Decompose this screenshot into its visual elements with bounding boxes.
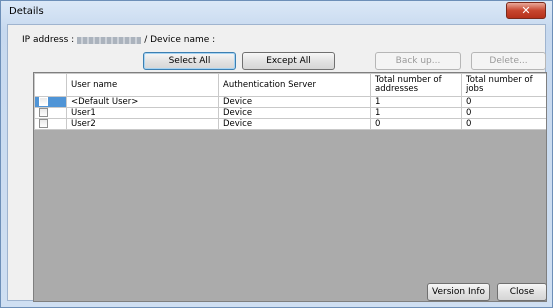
cell-addresses: 1 [370,107,462,119]
table-row[interactable]: <Default User> Device 1 0 [34,96,546,108]
close-button[interactable]: Close [497,283,547,301]
version-info-button[interactable]: Version Info [427,283,490,301]
cell-user-name: User2 [66,118,219,130]
device-name-label: / Device name : [144,35,216,45]
row-checkbox[interactable] [39,97,48,106]
ip-address-redacted [77,36,142,44]
back-up-label: Back up... [395,56,441,66]
cell-auth-server: Device [218,118,371,130]
header-authentication-server[interactable]: Authentication Server [218,73,371,97]
select-all-button[interactable]: Select All [143,52,236,70]
except-all-button[interactable]: Except All [242,52,335,70]
table-row[interactable]: User2 Device 0 0 [34,118,546,130]
cell-auth-server: Device [218,107,371,119]
cell-auth-server: Device [218,96,371,108]
window-title: Details [9,6,44,17]
cell-addresses: 1 [370,96,462,108]
table-row[interactable]: User1 Device 1 0 [34,107,546,119]
header-checkbox [34,73,67,97]
device-info: IP address : / Device name : [22,35,215,45]
row-checkbox[interactable] [39,119,48,128]
cell-jobs: 0 [461,107,546,119]
table-header-row: User name Authentication Server Total nu… [34,73,546,97]
row-checkbox-cell [34,118,67,130]
dialog-body: IP address : / Device name : Select All … [7,24,547,302]
cell-jobs: 0 [461,96,546,108]
except-all-label: Except All [266,56,311,66]
version-info-label: Version Info [432,287,485,297]
cell-user-name: <Default User> [66,96,219,108]
cell-jobs: 0 [461,118,546,130]
cell-addresses: 0 [370,118,462,130]
ip-address-label: IP address : [22,35,75,45]
close-window-button[interactable]: ✕ [506,2,546,19]
row-checkbox-cell [34,96,67,108]
title-bar[interactable]: Details ✕ [1,1,552,23]
back-up-button[interactable]: Back up... [375,52,461,70]
row-checkbox-cell [34,107,67,119]
row-checkbox[interactable] [39,108,48,117]
header-user-name[interactable]: User name [66,73,219,97]
select-all-label: Select All [168,56,211,66]
close-label: Close [509,287,535,297]
users-table[interactable]: User name Authentication Server Total nu… [33,72,547,302]
cell-user-name: User1 [66,107,219,119]
header-total-addresses[interactable]: Total number of addresses [370,73,462,97]
close-icon: ✕ [521,4,531,17]
delete-button[interactable]: Delete... [471,52,546,70]
details-dialog: Details ✕ IP address : / Device name : S… [0,0,553,308]
header-total-jobs[interactable]: Total number of jobs [461,73,546,97]
delete-label: Delete... [489,56,528,66]
